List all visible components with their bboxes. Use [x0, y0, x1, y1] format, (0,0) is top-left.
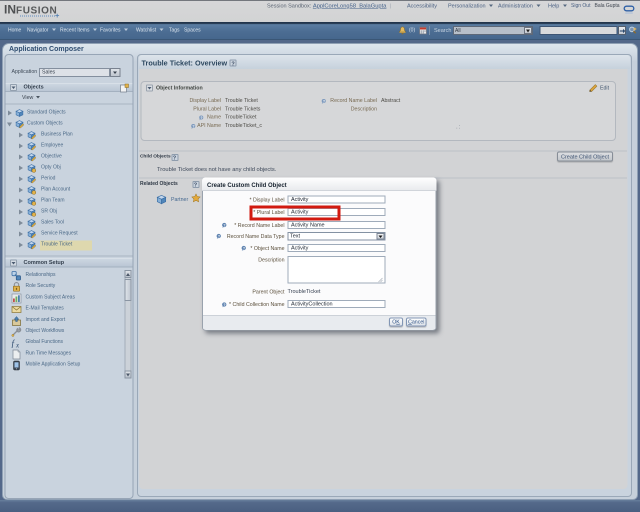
svg-text:f: f — [12, 339, 16, 349]
svg-text:?: ? — [223, 303, 225, 307]
svg-text:?: ? — [218, 234, 220, 238]
svg-text:?: ? — [243, 247, 245, 251]
svg-text:?: ? — [200, 116, 202, 120]
svg-text:?: ? — [192, 124, 194, 128]
svg-text:x: x — [15, 342, 20, 349]
svg-text:?: ? — [223, 223, 225, 227]
